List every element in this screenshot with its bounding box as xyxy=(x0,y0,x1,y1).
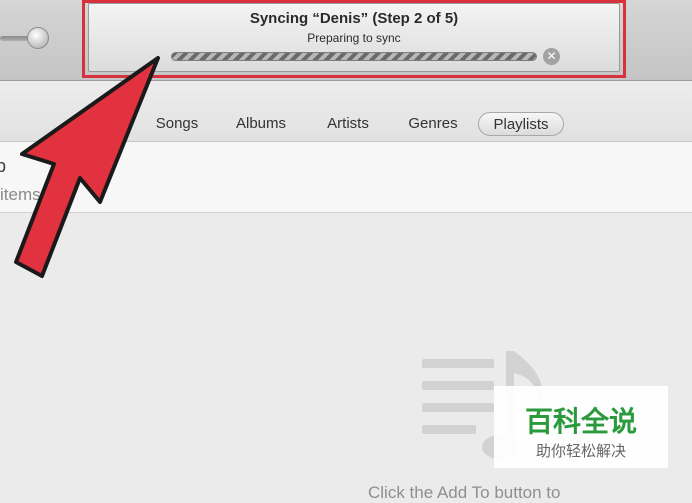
tab-albums[interactable]: Albums xyxy=(227,112,295,136)
red-arrow-icon xyxy=(14,56,160,278)
watermark-title: 百科全说 xyxy=(524,405,637,438)
tab-genres[interactable]: Genres xyxy=(400,112,466,136)
watermark-subtitle: 助你轻松解决 xyxy=(535,442,626,460)
tab-artists[interactable]: Artists xyxy=(316,112,380,136)
volume-slider-knob[interactable] xyxy=(27,27,49,49)
empty-playlist-hint: Click the Add To button to xyxy=(368,483,561,502)
tab-playlists[interactable]: Playlists xyxy=(478,112,564,136)
watermark-badge: 百科全说 助你轻松解决 xyxy=(494,386,668,468)
